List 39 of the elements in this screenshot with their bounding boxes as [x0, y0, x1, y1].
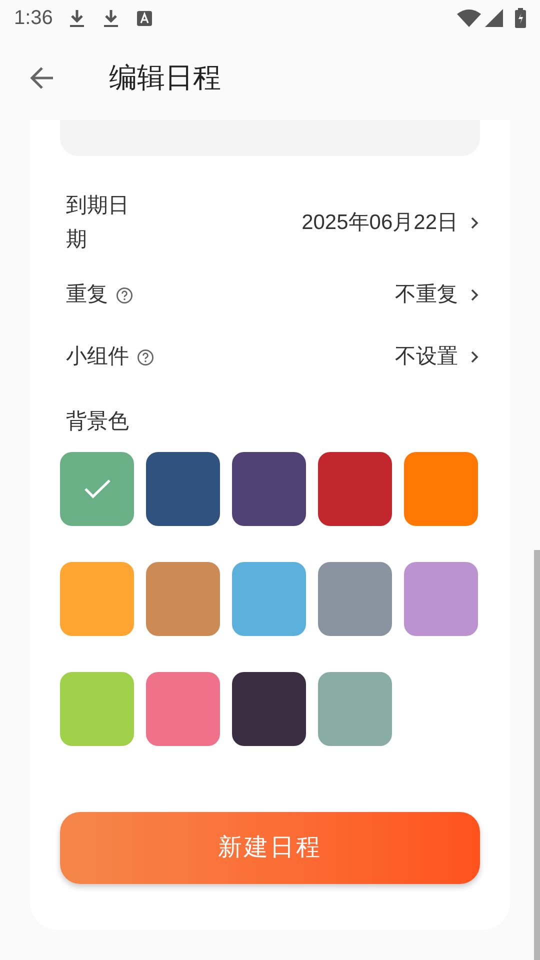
- setting-row[interactable]: 到期日期 2025年06月22日: [60, 182, 480, 264]
- color-swatch[interactable]: [60, 672, 134, 746]
- setting-label: 到期日期: [66, 193, 130, 253]
- color-swatch[interactable]: [404, 562, 478, 636]
- chevron-right-icon: [470, 288, 480, 302]
- battery-icon: [515, 8, 526, 28]
- chevron-right-icon: [470, 350, 480, 364]
- help-icon[interactable]: [116, 286, 133, 304]
- color-swatch[interactable]: [232, 562, 306, 636]
- color-swatch[interactable]: [318, 562, 392, 636]
- signal-icon: [485, 9, 503, 27]
- color-swatch[interactable]: [146, 452, 220, 526]
- color-swatch[interactable]: [146, 672, 220, 746]
- wifi-icon: [457, 9, 481, 27]
- download-icon: [68, 8, 85, 28]
- checkmark-icon: [84, 478, 110, 498]
- color-swatch[interactable]: [318, 672, 392, 746]
- status-time: 1:36: [14, 6, 53, 31]
- setting-row[interactable]: 小组件 不设置: [60, 326, 480, 388]
- color-swatch[interactable]: [146, 562, 220, 636]
- color-swatch[interactable]: [232, 672, 306, 746]
- download-icon: [102, 8, 119, 28]
- color-swatch[interactable]: [60, 452, 134, 526]
- setting-value: 不重复: [395, 282, 458, 308]
- color-swatch[interactable]: [232, 452, 306, 526]
- text-box-icon: [136, 10, 152, 26]
- section-label: 背景色: [66, 409, 130, 435]
- color-swatch[interactable]: [318, 452, 392, 526]
- color-swatch[interactable]: [404, 452, 478, 526]
- help-icon[interactable]: [137, 348, 154, 366]
- chevron-right-icon: [470, 216, 480, 230]
- color-swatch[interactable]: [60, 562, 134, 636]
- setting-label: 小组件: [66, 344, 129, 370]
- setting-label: 重复: [66, 282, 108, 308]
- setting-row[interactable]: 重复 不重复: [60, 264, 480, 326]
- page-title: 编辑日程: [109, 61, 221, 95]
- setting-value: 2025年06月22日: [302, 210, 458, 236]
- setting-value: 不设置: [395, 344, 458, 370]
- back-arrow-icon[interactable]: [29, 65, 55, 91]
